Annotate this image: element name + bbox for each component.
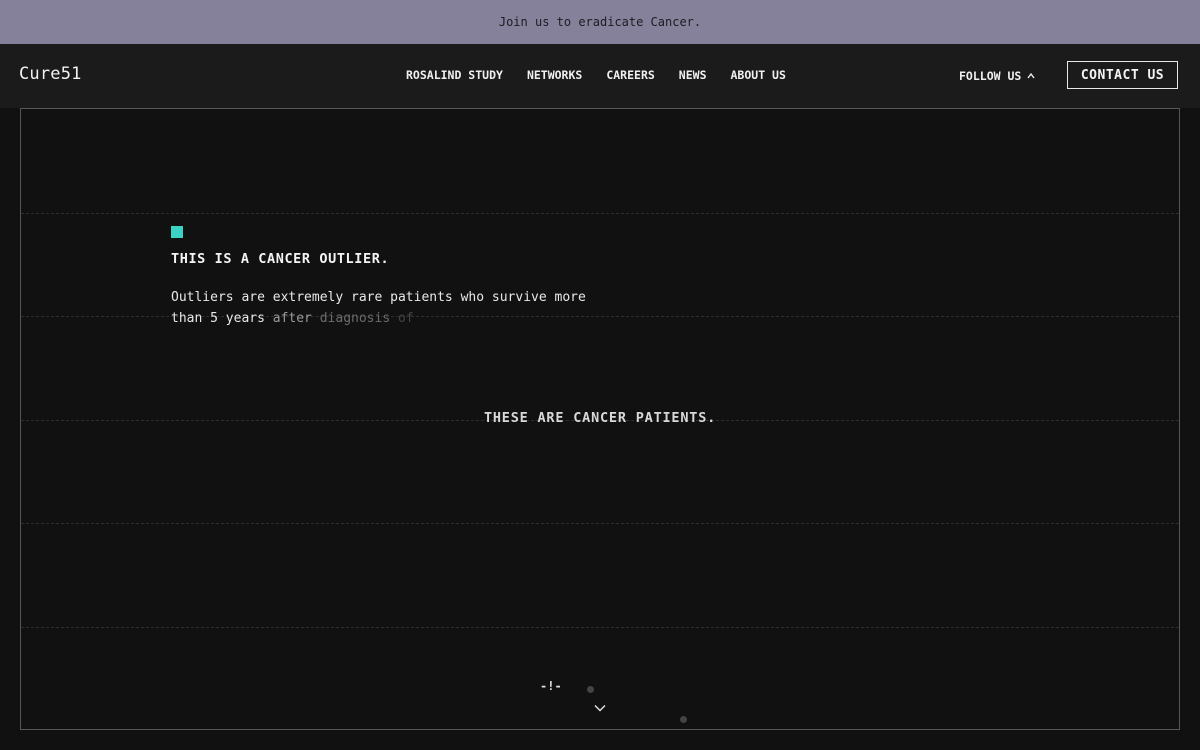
nav-networks[interactable]: NETWORKS xyxy=(527,68,582,82)
patient-dot xyxy=(680,716,687,723)
nav-news[interactable]: NEWS xyxy=(679,68,707,82)
scroll-hint-label: -!- xyxy=(540,679,562,693)
chevron-down-icon[interactable] xyxy=(594,697,606,716)
main-nav: ROSALIND STUDY NETWORKS CAREERS NEWS ABO… xyxy=(406,68,786,82)
outlier-desc-fade: diagnosis xyxy=(319,311,391,326)
grid-line xyxy=(21,213,1179,214)
caret-up-icon xyxy=(1027,72,1035,80)
patient-dot xyxy=(587,686,594,693)
nav-careers[interactable]: CAREERS xyxy=(606,68,654,82)
contact-us-button[interactable]: CONTACT US xyxy=(1067,61,1178,89)
grid-line xyxy=(21,523,1179,524)
outlier-desc-fade: of xyxy=(398,311,414,326)
hero-frame: THIS IS A CANCER OUTLIER. Outliers are e… xyxy=(20,108,1180,730)
outlier-description: Outliers are extremely rare patients who… xyxy=(171,287,611,329)
nav-about-us[interactable]: ABOUT US xyxy=(731,68,786,82)
announcement-bar: Join us to eradicate Cancer. xyxy=(0,0,1200,44)
follow-us-toggle[interactable]: FOLLOW US xyxy=(959,69,1035,83)
announcement-text: Join us to eradicate Cancer. xyxy=(498,15,702,29)
outlier-title: THIS IS A CANCER OUTLIER. xyxy=(171,251,390,267)
follow-us-label: FOLLOW US xyxy=(959,69,1022,83)
nav-rosalind-study[interactable]: ROSALIND STUDY xyxy=(406,68,503,82)
outlier-desc-fade: after xyxy=(272,311,312,326)
grid-line xyxy=(21,627,1179,628)
outlier-marker xyxy=(171,226,183,238)
site-logo[interactable]: Cure51 xyxy=(19,64,82,84)
patients-title: THESE ARE CANCER PATIENTS. xyxy=(483,410,717,426)
top-navigation: Cure51 ROSALIND STUDY NETWORKS CAREERS N… xyxy=(0,44,1200,108)
